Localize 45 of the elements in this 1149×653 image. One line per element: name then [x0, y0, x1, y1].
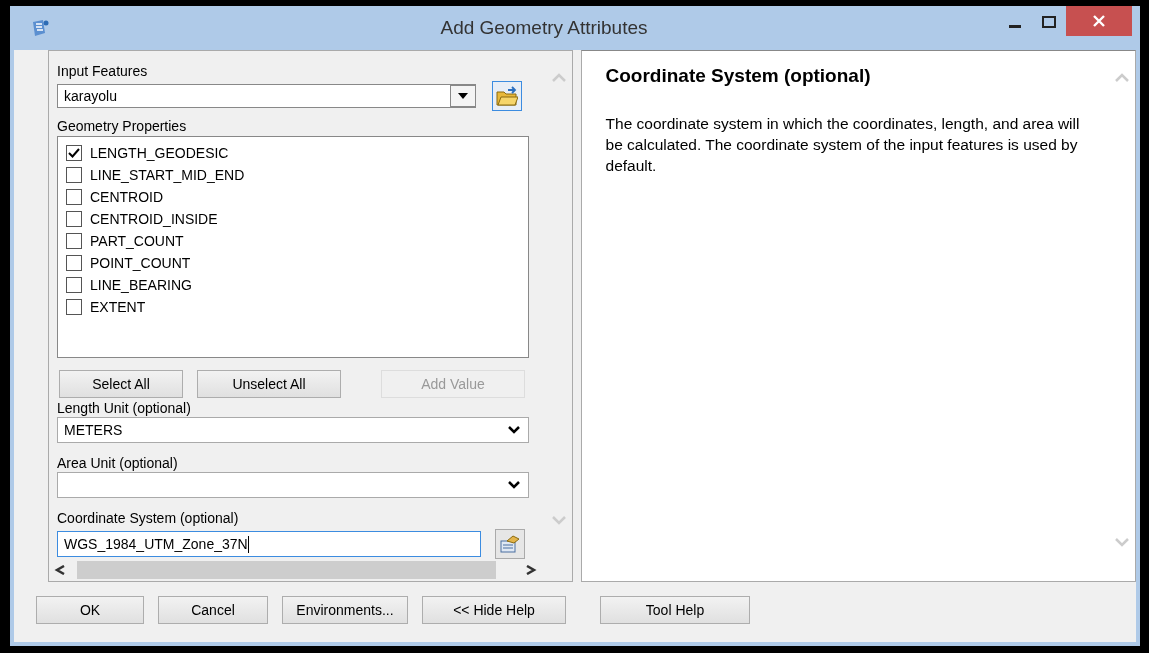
field-label: Coordinate System (optional) [57, 510, 240, 527]
dialog-button[interactable]: Environments... [282, 596, 408, 624]
checkbox-label[interactable]: CENTROID_INSIDE [90, 211, 218, 227]
checkbox[interactable] [66, 145, 82, 161]
list-button[interactable]: Unselect All [197, 370, 341, 398]
checkbox-label[interactable]: CENTROID [90, 189, 164, 205]
checkbox[interactable] [66, 167, 82, 183]
properties-icon[interactable] [495, 529, 525, 559]
checkbox[interactable] [66, 233, 82, 249]
length-unit-dropdown[interactable]: METERS [57, 417, 529, 443]
checkbox-label[interactable]: EXTENT [90, 299, 146, 315]
checkbox-label[interactable]: LINE_START_MID_END [90, 167, 245, 183]
checkbox[interactable] [66, 277, 82, 293]
field-label: Length Unit (optional) [57, 400, 192, 417]
checkbox-label[interactable]: LENGTH_GEODESIC [90, 145, 229, 161]
minimize-icon [1009, 24, 1021, 28]
dialog-button[interactable]: OK [36, 596, 144, 624]
dialog-button[interactable]: Cancel [158, 596, 268, 624]
field-label: Area Unit (optional) [57, 455, 179, 472]
folder-icon[interactable] [492, 81, 522, 111]
chevron-icon[interactable] [506, 425, 522, 435]
close-icon [1092, 15, 1106, 27]
caret-icon [458, 93, 468, 99]
help-title: Coordinate System (optional) [605, 65, 872, 87]
help-text: The coordinate system in which the coordinates, length, and area will be calculated. The coordinate system of the input features is used by default. [605, 114, 1081, 176]
checkbox[interactable] [66, 255, 82, 271]
checkbox-label[interactable]: POINT_COUNT [90, 255, 191, 271]
dialog-button[interactable]: << Hide Help [422, 596, 566, 624]
coordinate-system-field[interactable]: WGS_1984_UTM_Zone_37N [57, 531, 481, 557]
checkbox-label[interactable]: PART_COUNT [90, 233, 184, 249]
close-button[interactable] [1066, 6, 1132, 36]
dialog-button[interactable]: Tool Help [600, 596, 750, 624]
list-button[interactable]: Select All [59, 370, 183, 398]
maximize-icon [1042, 16, 1056, 28]
window-title: Add Geometry Attributes [439, 17, 649, 39]
checkbox[interactable] [66, 299, 82, 315]
input-features-dropdown[interactable]: karayolu [57, 84, 476, 108]
field-label: Input Features [57, 63, 149, 80]
checkbox[interactable] [66, 211, 82, 227]
chevron-icon[interactable] [506, 480, 522, 490]
field-label: Geometry Properties [57, 118, 188, 135]
app-icon [30, 19, 50, 37]
checkbox-label[interactable]: LINE_BEARING [90, 277, 192, 293]
scrollbar-thumb[interactable] [77, 561, 496, 579]
checkbox[interactable] [66, 189, 82, 205]
